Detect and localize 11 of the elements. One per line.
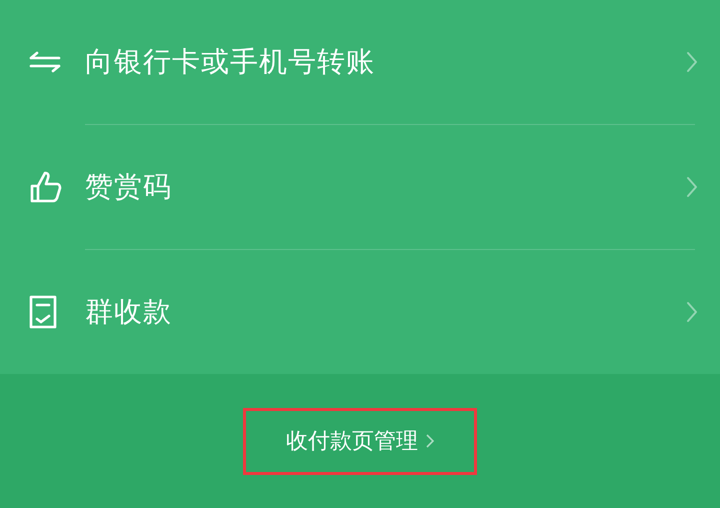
menu-item-label[interactable]: 向银行卡或手机号转账 — [85, 43, 686, 81]
thumbs-up-icon — [28, 169, 64, 205]
chevron-right-icon — [686, 51, 698, 73]
chevron-right-icon — [686, 176, 698, 198]
menu-item-label[interactable]: 群收款 — [85, 293, 686, 331]
chevron-right-icon — [686, 301, 698, 323]
menu-item-label[interactable]: 赞赏码 — [85, 168, 686, 206]
payment-page-settings-link[interactable]: 收付款页管理 — [286, 426, 434, 456]
receipt-icon — [28, 294, 58, 330]
transfer-arrows-icon — [28, 51, 62, 73]
chevron-right-icon — [426, 434, 434, 448]
